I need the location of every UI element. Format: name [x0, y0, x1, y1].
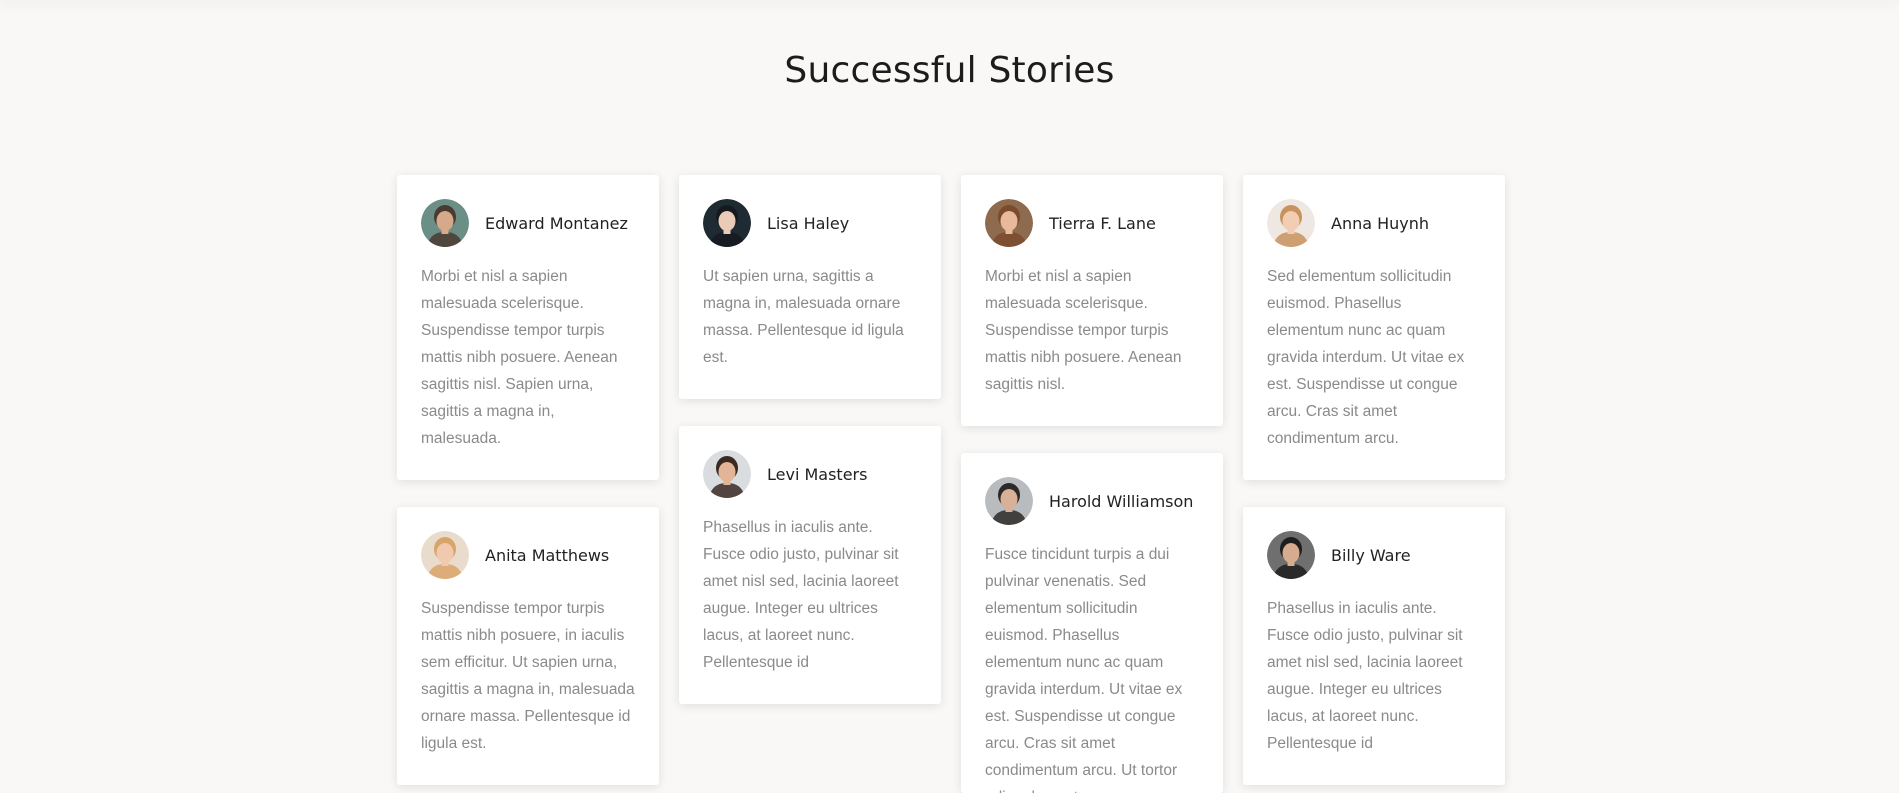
testimonial-name: Anita Matthews: [485, 545, 610, 565]
testimonial-text: Phasellus in iaculis ante. Fusce odio ju…: [703, 519, 899, 671]
avatar-shape: [1282, 543, 1300, 563]
testimonial-name: Edward Montanez: [485, 213, 628, 233]
avatar-shape: [1287, 229, 1295, 234]
avatar-shape: [1005, 507, 1013, 512]
avatar-portrait: [985, 199, 1033, 247]
avatar-shape: [718, 211, 736, 231]
avatar-shape: [441, 229, 449, 234]
testimonial-text: Phasellus in iaculis ante. Fusce odio ju…: [1267, 600, 1463, 752]
avatar: [703, 450, 751, 498]
testimonial-card: Anna Huynh Sed elementum sollicitudin eu…: [1243, 175, 1505, 480]
avatar: [985, 199, 1033, 247]
avatar-portrait: [421, 531, 469, 579]
testimonials-column: Edward Montanez Morbi et nisl a sapien m…: [397, 175, 659, 793]
testimonial-card: Tierra F. Lane Morbi et nisl a sapien ma…: [961, 175, 1223, 426]
avatar-portrait: [985, 477, 1033, 525]
testimonial-name: Lisa Haley: [767, 213, 850, 233]
testimonial-text: Morbi et nisl a sapien malesuada sceleri…: [985, 268, 1182, 393]
testimonial-header: Anna Huynh: [1267, 199, 1481, 247]
avatar-portrait: [1267, 199, 1315, 247]
testimonial-name: Harold Williamson: [1049, 491, 1194, 511]
avatar-shape: [723, 229, 731, 234]
testimonial-header: Tierra F. Lane: [985, 199, 1199, 247]
testimonial-header: Edward Montanez: [421, 199, 635, 247]
avatar: [421, 199, 469, 247]
testimonial-text: Morbi et nisl a sapien malesuada sceleri…: [421, 268, 618, 447]
avatar-shape: [723, 480, 731, 485]
avatar: [1267, 199, 1315, 247]
avatar-portrait: [1267, 531, 1315, 579]
testimonial-header: Billy Ware: [1267, 531, 1481, 579]
testimonial-text: Sed elementum sollicitudin euismod. Phas…: [1267, 268, 1465, 447]
header-shadow: [0, 0, 1899, 2]
avatar: [985, 477, 1033, 525]
avatar-portrait: [421, 199, 469, 247]
avatar: [421, 531, 469, 579]
testimonial-name: Billy Ware: [1331, 545, 1411, 565]
testimonial-header: Lisa Haley: [703, 199, 917, 247]
avatar-shape: [1005, 229, 1013, 234]
avatar-shape: [436, 543, 454, 563]
testimonial-card: Lisa Haley Ut sapien urna, sagittis a ma…: [679, 175, 941, 399]
avatar-portrait: [703, 450, 751, 498]
avatar: [1267, 531, 1315, 579]
testimonial-text: Fusce tincidunt turpis a dui pulvinar ve…: [985, 546, 1183, 793]
testimonial-header: Anita Matthews: [421, 531, 635, 579]
avatar: [703, 199, 751, 247]
testimonial-header: Harold Williamson: [985, 477, 1199, 525]
testimonial-text: Ut sapien urna, sagittis a magna in, mal…: [703, 268, 904, 366]
testimonial-card: Levi Masters Phasellus in iaculis ante. …: [679, 426, 941, 704]
section-title: Successful Stories: [784, 50, 1115, 91]
avatar-shape: [1000, 489, 1018, 509]
testimonial-name: Anna Huynh: [1331, 213, 1430, 233]
testimonial-card: Billy Ware Phasellus in iaculis ante. Fu…: [1243, 507, 1505, 785]
avatar-shape: [1000, 211, 1018, 231]
testimonials-column: Tierra F. Lane Morbi et nisl a sapien ma…: [961, 175, 1223, 793]
testimonial-card: Anita Matthews Suspendisse tempor turpis…: [397, 507, 659, 785]
testimonials-grid: Edward Montanez Morbi et nisl a sapien m…: [397, 175, 1505, 793]
testimonial-name: Tierra F. Lane: [1049, 213, 1156, 233]
testimonial-header: Levi Masters: [703, 450, 917, 498]
testimonials-column: Lisa Haley Ut sapien urna, sagittis a ma…: [679, 175, 941, 793]
testimonial-card: Harold Williamson Fusce tincidunt turpis…: [961, 453, 1223, 793]
avatar-shape: [1287, 561, 1295, 566]
testimonial-card: Edward Montanez Morbi et nisl a sapien m…: [397, 175, 659, 480]
testimonials-column: Anna Huynh Sed elementum sollicitudin eu…: [1243, 175, 1505, 793]
avatar-shape: [436, 211, 454, 231]
avatar-shape: [441, 561, 449, 566]
avatar-shape: [718, 462, 736, 482]
testimonial-text: Suspendisse tempor turpis mattis nibh po…: [421, 600, 635, 752]
avatar-portrait: [703, 199, 751, 247]
testimonial-name: Levi Masters: [767, 464, 868, 484]
avatar-shape: [1282, 211, 1300, 231]
